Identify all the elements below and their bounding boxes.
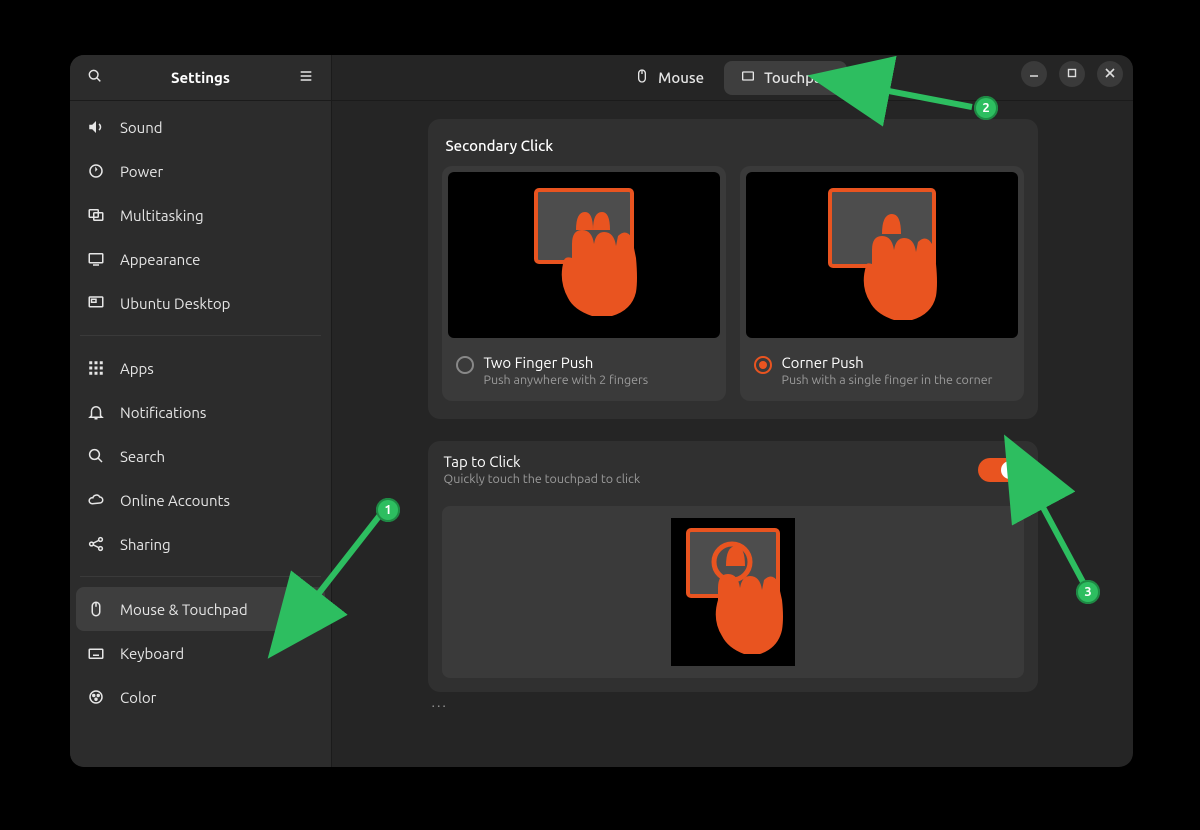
sidebar-item-label: Notifications (120, 404, 206, 421)
main: Mouse Touchpad (332, 55, 1133, 767)
sidebar-item-label: Apps (120, 360, 154, 377)
sidebar-item-label: Appearance (120, 251, 200, 268)
search-icon (86, 446, 106, 466)
sidebar-item-notifications[interactable]: Notifications (76, 390, 325, 434)
apps-icon (86, 358, 106, 378)
option-subtitle: Push anywhere with 2 fingers (484, 373, 649, 387)
tab-touchpad[interactable]: Touchpad (724, 61, 847, 95)
sidebar-list: Sound Power Multitasking Appearance (70, 101, 331, 767)
color-icon (86, 687, 106, 707)
sidebar-item-label: Power (120, 163, 163, 180)
sidebar-item-label: Ubuntu Desktop (120, 295, 230, 312)
sidebar-item-ubuntu-desktop[interactable]: Ubuntu Desktop (76, 281, 325, 325)
tap-to-click-illus-wrap (428, 498, 1038, 692)
bell-icon (86, 402, 106, 422)
speaker-icon (86, 117, 106, 137)
search-button[interactable] (78, 61, 112, 95)
option-title: Corner Push (782, 354, 993, 371)
option-label-row: Two Finger Push Push anywhere with 2 fin… (442, 344, 726, 387)
sidebar-item-sound[interactable]: Sound (76, 105, 325, 149)
power-icon (86, 161, 106, 181)
tap-to-click-header: Tap to Click Quickly touch the touchpad … (428, 441, 1038, 498)
annotation-badge-3: 3 (1076, 580, 1100, 604)
more-ellipsis: ... (428, 692, 1038, 710)
main-header: Mouse Touchpad (332, 55, 1133, 101)
search-icon (87, 68, 103, 87)
sidebar-item-search[interactable]: Search (76, 434, 325, 478)
option-corner-push[interactable]: Corner Push Push with a single finger in… (740, 166, 1024, 401)
sidebar-item-power[interactable]: Power (76, 149, 325, 193)
menu-button[interactable] (289, 61, 323, 95)
sidebar-separator (80, 576, 321, 577)
maximize-button[interactable] (1059, 61, 1085, 87)
secondary-click-card: Secondary Click (428, 119, 1038, 419)
sidebar-item-apps[interactable]: Apps (76, 346, 325, 390)
appearance-icon (86, 249, 106, 269)
annotation-badge-1: 1 (376, 498, 400, 522)
sidebar-item-label: Sound (120, 119, 163, 136)
tap-to-click-subtitle: Quickly touch the touchpad to click (444, 472, 978, 486)
sidebar-item-keyboard[interactable]: Keyboard (76, 631, 325, 675)
touchpad-panel: Secondary Click (428, 119, 1038, 710)
minimize-button[interactable] (1021, 61, 1047, 87)
hamburger-icon (298, 68, 314, 87)
window-controls (1021, 61, 1123, 87)
close-icon (1104, 67, 1116, 82)
sidebar-item-label: Color (120, 689, 156, 706)
maximize-icon (1066, 67, 1078, 82)
corner-push-illustration (746, 172, 1018, 338)
sidebar-item-online-accounts[interactable]: Online Accounts (76, 478, 325, 522)
settings-window: Settings Sound Power (70, 55, 1133, 767)
tap-to-click-title: Tap to Click (444, 453, 978, 470)
secondary-click-title: Secondary Click (442, 133, 1024, 166)
sidebar-separator (80, 335, 321, 336)
tab-label: Touchpad (764, 69, 831, 86)
radio-corner[interactable] (754, 356, 772, 374)
sidebar-item-label: Mouse & Touchpad (120, 601, 248, 618)
share-icon (86, 534, 106, 554)
tap-to-click-switch[interactable] (978, 458, 1022, 482)
tap-to-click-card: Tap to Click Quickly touch the touchpad … (428, 441, 1038, 692)
sidebar-item-appearance[interactable]: Appearance (76, 237, 325, 281)
main-content[interactable]: Secondary Click (332, 101, 1133, 767)
cloud-icon (86, 490, 106, 510)
sidebar-item-multitasking[interactable]: Multitasking (76, 193, 325, 237)
keyboard-icon (86, 643, 106, 663)
desktop-icon (86, 293, 106, 313)
close-button[interactable] (1097, 61, 1123, 87)
sidebar: Settings Sound Power (70, 55, 332, 767)
option-subtitle: Push with a single finger in the corner (782, 373, 993, 387)
annotation-badge-2: 2 (974, 96, 998, 120)
sidebar-header: Settings (70, 55, 331, 101)
sidebar-item-color[interactable]: Color (76, 675, 325, 719)
option-title: Two Finger Push (484, 354, 649, 371)
touchpad-icon (740, 68, 756, 87)
mouse-icon (86, 599, 106, 619)
multitasking-icon (86, 205, 106, 225)
sidebar-item-label: Sharing (120, 536, 171, 553)
sidebar-item-mouse-touchpad[interactable]: Mouse & Touchpad (76, 587, 325, 631)
sidebar-item-sharing[interactable]: Sharing (76, 522, 325, 566)
sidebar-item-label: Keyboard (120, 645, 184, 662)
two-finger-illustration (448, 172, 720, 338)
option-two-finger-push[interactable]: Two Finger Push Push anywhere with 2 fin… (442, 166, 726, 401)
minimize-icon (1028, 67, 1040, 82)
radio-two-finger[interactable] (456, 356, 474, 374)
tab-label: Mouse (658, 69, 704, 86)
sidebar-item-label: Multitasking (120, 207, 204, 224)
option-label-row: Corner Push Push with a single finger in… (740, 344, 1024, 387)
tab-mouse[interactable]: Mouse (618, 61, 720, 95)
header-tabs: Mouse Touchpad (618, 61, 847, 95)
sidebar-item-label: Search (120, 448, 165, 465)
tap-to-click-illustration (442, 506, 1024, 678)
mouse-icon (634, 68, 650, 87)
sidebar-item-label: Online Accounts (120, 492, 230, 509)
secondary-click-options: Two Finger Push Push anywhere with 2 fin… (442, 166, 1024, 401)
